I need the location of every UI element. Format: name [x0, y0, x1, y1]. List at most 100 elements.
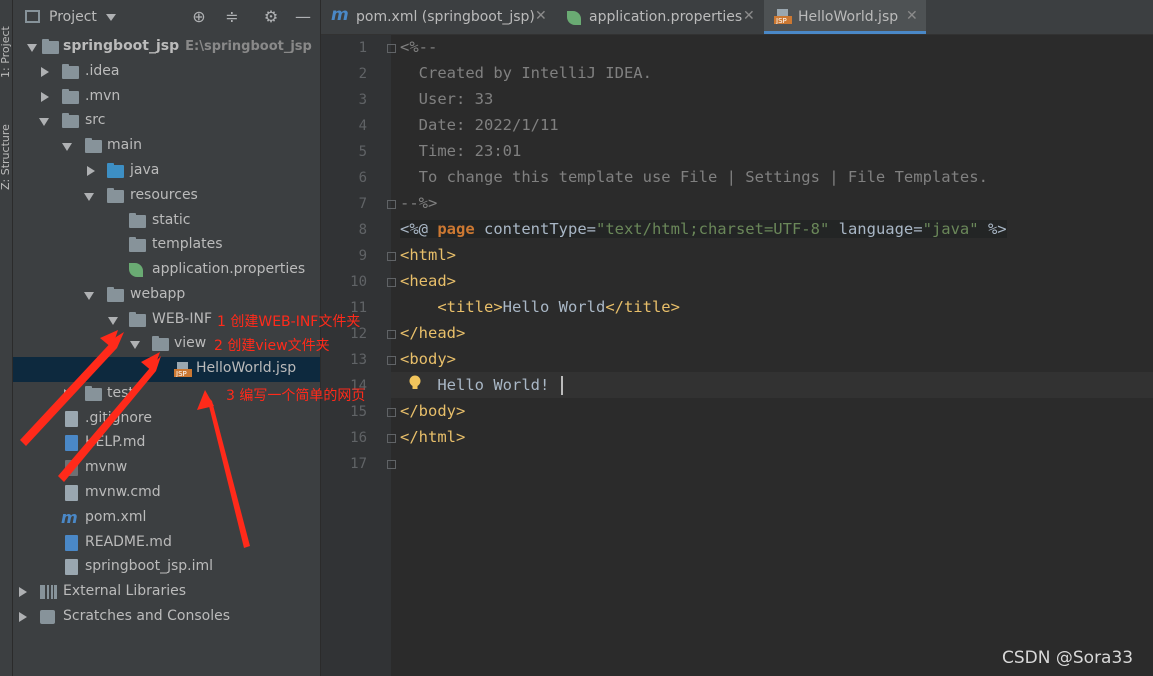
- chevron-right-icon[interactable]: [19, 587, 27, 597]
- chevron-down-icon[interactable]: [27, 44, 37, 52]
- tree-item-java[interactable]: java: [13, 159, 320, 184]
- locate-icon[interactable]: ⊕: [189, 7, 209, 27]
- tree-item-gitignore[interactable]: .gitignore: [13, 407, 320, 432]
- chevron-down-icon[interactable]: [130, 341, 140, 349]
- fold-marker-icon[interactable]: [387, 434, 396, 443]
- code-token: <%@: [400, 220, 438, 238]
- chevron-down-icon[interactable]: [108, 317, 118, 325]
- folder-icon: [62, 89, 79, 104]
- close-icon[interactable]: ✕: [743, 8, 755, 24]
- project-path: E:\springboot_jsp: [185, 39, 312, 54]
- chevron-right-icon[interactable]: [64, 389, 72, 399]
- tree-item-root[interactable]: springboot_jsp E:\springboot_jsp: [13, 35, 320, 60]
- markdown-file-icon: [65, 435, 78, 451]
- fold-marker-icon[interactable]: [387, 330, 396, 339]
- code-line: <body>: [400, 350, 456, 368]
- fold-marker-icon[interactable]: [387, 356, 396, 365]
- tree-item-label: main: [107, 137, 142, 153]
- folder-icon: [85, 386, 102, 401]
- tree-item-application-properties[interactable]: application.properties: [13, 258, 320, 283]
- project-tool-tab[interactable]: 1: Project: [0, 26, 12, 78]
- library-icon: [40, 585, 57, 599]
- tree-item-scratches[interactable]: Scratches and Consoles: [13, 605, 320, 630]
- collapse-all-icon[interactable]: ≑: [222, 7, 242, 27]
- tree-item-iml[interactable]: springboot_jsp.iml: [13, 555, 320, 580]
- line-number: 2: [358, 66, 367, 82]
- code-editor[interactable]: <%-- Created by IntelliJ IDEA. User: 33 …: [387, 35, 1153, 676]
- tab-helloworld-jsp[interactable]: JSP HelloWorld.jsp ✕: [764, 0, 926, 34]
- tree-item-external-libraries[interactable]: External Libraries: [13, 580, 320, 605]
- code-line: Time: 23:01: [400, 142, 522, 160]
- folder-icon: [42, 39, 59, 54]
- web-folder-icon: [107, 287, 124, 302]
- line-number: 15: [350, 404, 367, 420]
- fold-marker-icon[interactable]: [387, 252, 396, 261]
- code-line: --%>: [400, 194, 438, 212]
- tree-item-static[interactable]: static: [13, 209, 320, 234]
- tree-item-idea[interactable]: .idea: [13, 60, 320, 85]
- tree-item-mvnw[interactable]: mvnw: [13, 456, 320, 481]
- chevron-down-icon[interactable]: [84, 193, 94, 201]
- chevron-down-icon[interactable]: [39, 118, 49, 126]
- folder-icon: [85, 138, 102, 153]
- tree-item-label: Scratches and Consoles: [63, 608, 230, 624]
- code-token: "text/html;charset=UTF-8": [595, 220, 830, 238]
- tab-application-properties[interactable]: application.properties ✕: [555, 0, 763, 34]
- code-line: <%@ page contentType="text/html;charset=…: [400, 220, 1007, 238]
- code-token: %>: [978, 220, 1007, 238]
- tree-item-label: .mvn: [85, 88, 121, 104]
- tree-item-help-md[interactable]: HELP.md: [13, 431, 320, 456]
- tree-item-label: HELP.md: [85, 434, 146, 450]
- chevron-right-icon[interactable]: [87, 166, 95, 176]
- fold-marker-icon[interactable]: [387, 278, 396, 287]
- tree-item-label: test: [107, 385, 134, 401]
- tree-item-mvnw-cmd[interactable]: mvnw.cmd: [13, 481, 320, 506]
- watermark: CSDN @Sora33: [1002, 648, 1134, 668]
- close-icon[interactable]: ✕: [535, 8, 547, 24]
- chevron-down-icon[interactable]: [106, 14, 116, 21]
- tree-item-readme-md[interactable]: README.md: [13, 531, 320, 556]
- fold-marker-icon[interactable]: [387, 408, 396, 417]
- line-number: 8: [358, 222, 367, 238]
- line-number: 10: [350, 274, 367, 290]
- close-icon[interactable]: ✕: [906, 8, 918, 24]
- tab-pom-xml[interactable]: m pom.xml (springboot_jsp) ✕: [321, 0, 554, 34]
- project-name: springboot_jsp: [63, 38, 180, 54]
- chevron-right-icon[interactable]: [41, 92, 49, 102]
- annotation-write-page: 3 编写一个简单的网页: [226, 388, 366, 404]
- hide-icon[interactable]: —: [293, 7, 313, 27]
- tree-item-helloworld-jsp[interactable]: JSP HelloWorld.jsp: [13, 357, 320, 382]
- code-line: </body>: [400, 402, 466, 420]
- chevron-down-icon[interactable]: [84, 292, 94, 300]
- code-token: contentType=: [484, 220, 596, 238]
- line-number: 7: [358, 196, 367, 212]
- tree-item-resources[interactable]: resources: [13, 184, 320, 209]
- tree-item-label: java: [130, 162, 160, 178]
- fold-marker-icon[interactable]: [387, 460, 396, 469]
- code-line: <%--: [400, 38, 438, 56]
- spring-leaf-icon: [129, 263, 143, 277]
- line-number-gutter: 1 2 3 4 5 6 7 8 9 10 11 12 13 14 15 16 1…: [321, 35, 391, 676]
- code-line: <html>: [400, 246, 456, 264]
- tree-item-pom-xml[interactable]: m pom.xml: [13, 506, 320, 531]
- markdown-file-icon: [65, 535, 78, 551]
- tree-item-main[interactable]: main: [13, 134, 320, 159]
- tree-item-webapp[interactable]: webapp: [13, 283, 320, 308]
- fold-marker-icon[interactable]: [387, 200, 396, 209]
- panel-title[interactable]: Project: [49, 9, 97, 25]
- tree-item-templates[interactable]: templates: [13, 233, 320, 258]
- chevron-right-icon[interactable]: [41, 67, 49, 77]
- tree-item-label: mvnw: [85, 459, 128, 475]
- gear-icon[interactable]: ⚙: [261, 7, 281, 27]
- fold-marker-icon[interactable]: [387, 44, 396, 53]
- chevron-down-icon[interactable]: [62, 143, 72, 151]
- lightbulb-icon[interactable]: [409, 375, 421, 389]
- tool-window-strip: 1: Project Z: Structure: [0, 0, 13, 676]
- tree-item-label: resources: [130, 187, 198, 203]
- tree-item-src[interactable]: src: [13, 109, 320, 134]
- code-token: Hello World: [502, 298, 606, 316]
- chevron-right-icon[interactable]: [19, 612, 27, 622]
- project-panel-header: Project ⊕ ≑ ⚙ —: [13, 0, 320, 34]
- tree-item-mvn[interactable]: .mvn: [13, 85, 320, 110]
- structure-tool-tab[interactable]: Z: Structure: [0, 124, 12, 190]
